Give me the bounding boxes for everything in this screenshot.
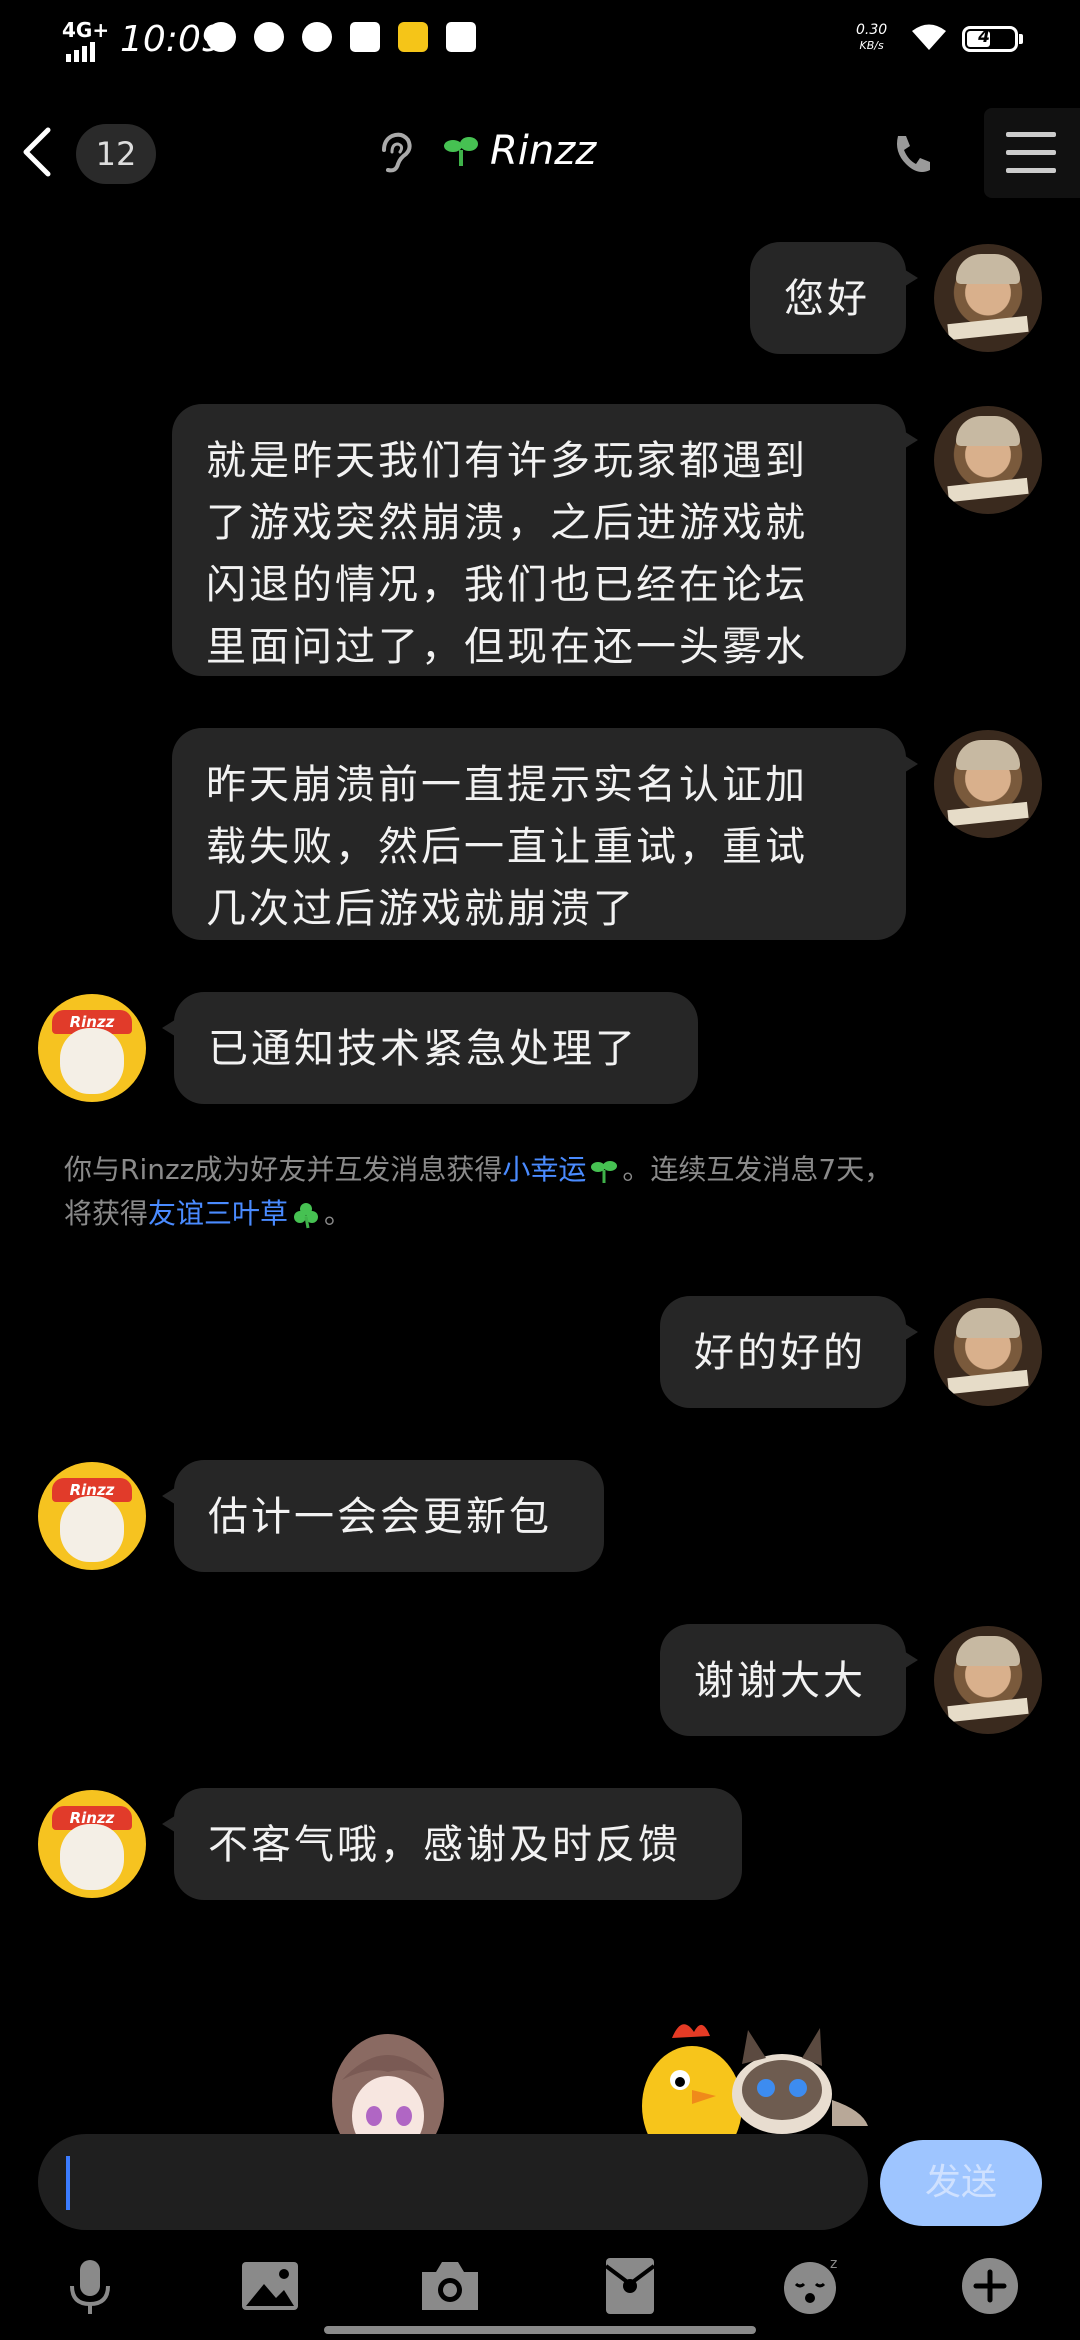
message-bubble[interactable]: 就是昨天我们有许多玩家都遇到 了游戏突然崩溃，之后进游戏就 闪退的情况，我们也已…: [172, 404, 918, 676]
network-type: 4G+: [62, 18, 110, 42]
battery-icon: 45: [962, 26, 1023, 52]
back-icon[interactable]: [14, 122, 58, 182]
chat-toolbar: z: [0, 2248, 1080, 2328]
message-bubble[interactable]: 谢谢大大: [660, 1624, 918, 1736]
notice-text: 。: [324, 1197, 353, 1230]
calendar-notification-icon: [446, 22, 476, 52]
wifi-icon: [912, 24, 946, 50]
app-notification-icon: [206, 22, 236, 52]
menu-icon[interactable]: [984, 108, 1080, 198]
message-bubble[interactable]: 好的好的: [660, 1296, 918, 1408]
lucky-link[interactable]: 小幸运: [502, 1153, 586, 1186]
location-notification-icon: [302, 22, 332, 52]
status-bar: 4G+ 10:09 0.30 KB/s 45: [0, 0, 1080, 84]
phone-call-icon[interactable]: [888, 130, 936, 178]
image-icon[interactable]: [238, 2254, 302, 2318]
my-avatar[interactable]: [934, 244, 1042, 352]
notice-text: 你与Rinzz成为好友并互发消息获得: [64, 1153, 503, 1186]
message-input[interactable]: [38, 2134, 868, 2230]
clover-link[interactable]: 友谊三叶草: [148, 1197, 288, 1230]
contact-avatar[interactable]: Rinzz: [38, 1790, 146, 1898]
sprout-icon: [444, 137, 478, 166]
network-speed-value: 0.30: [856, 22, 888, 38]
ear-icon[interactable]: [376, 130, 416, 176]
send-button[interactable]: 发送: [880, 2140, 1042, 2226]
message-bubble[interactable]: 不客气哦，感谢及时反馈: [162, 1788, 742, 1900]
unread-count-badge[interactable]: 12: [76, 124, 156, 184]
chat-title: Rinzz: [490, 128, 597, 174]
battery-level: 45: [978, 27, 1002, 47]
camera-icon[interactable]: [418, 2254, 482, 2318]
home-indicator[interactable]: [324, 2326, 756, 2334]
message-bubble[interactable]: 您好: [750, 242, 918, 354]
chicken-and-cat-sticker[interactable]: [632, 2010, 872, 2134]
network-speed-unit: KB/s: [859, 39, 884, 52]
my-avatar[interactable]: [934, 1298, 1042, 1406]
notice-text: 。连续互发消息7天，: [622, 1153, 893, 1186]
my-avatar[interactable]: [934, 730, 1042, 838]
chat-notification-icon: [254, 22, 284, 52]
composer: 发送: [0, 2134, 1080, 2234]
signal-icon: [66, 42, 98, 62]
sprout-icon: [591, 1161, 618, 1183]
contact-avatar[interactable]: Rinzz: [38, 1462, 146, 1570]
notification-icons: [206, 22, 476, 52]
my-avatar[interactable]: [934, 406, 1042, 514]
microphone-icon[interactable]: [58, 2254, 122, 2318]
svg-text:z: z: [830, 2256, 837, 2272]
chat-header: 12 Rinzz: [0, 100, 1080, 204]
anime-girl-sticker[interactable]: [328, 2030, 448, 2134]
my-avatar[interactable]: [934, 1626, 1042, 1734]
message-bubble[interactable]: 估计一会会更新包: [162, 1460, 604, 1572]
network-speed: 0.30 KB/s: [856, 22, 887, 54]
contact-avatar[interactable]: Rinzz: [38, 994, 146, 1102]
red-packet-icon[interactable]: [598, 2254, 662, 2318]
emoji-icon[interactable]: z: [780, 2254, 844, 2318]
clover-icon: [294, 1203, 319, 1229]
notice-text: 将获得: [64, 1197, 149, 1230]
friendship-notice: 你与Rinzz成为好友并互发消息获得小幸运 。连续互发消息7天， 将获得友谊三叶草…: [64, 1148, 1004, 1236]
message-bubble[interactable]: 已通知技术紧急处理了: [162, 992, 698, 1104]
plus-icon[interactable]: [958, 2254, 1022, 2318]
message-bubble[interactable]: 昨天崩溃前一直提示实名认证加 载失败，然后一直让重试，重试 几次过后游戏就崩溃了: [172, 728, 918, 940]
app-notification-icon: [398, 22, 428, 52]
app-notification-icon: [350, 22, 380, 52]
text-cursor: [66, 2156, 70, 2210]
